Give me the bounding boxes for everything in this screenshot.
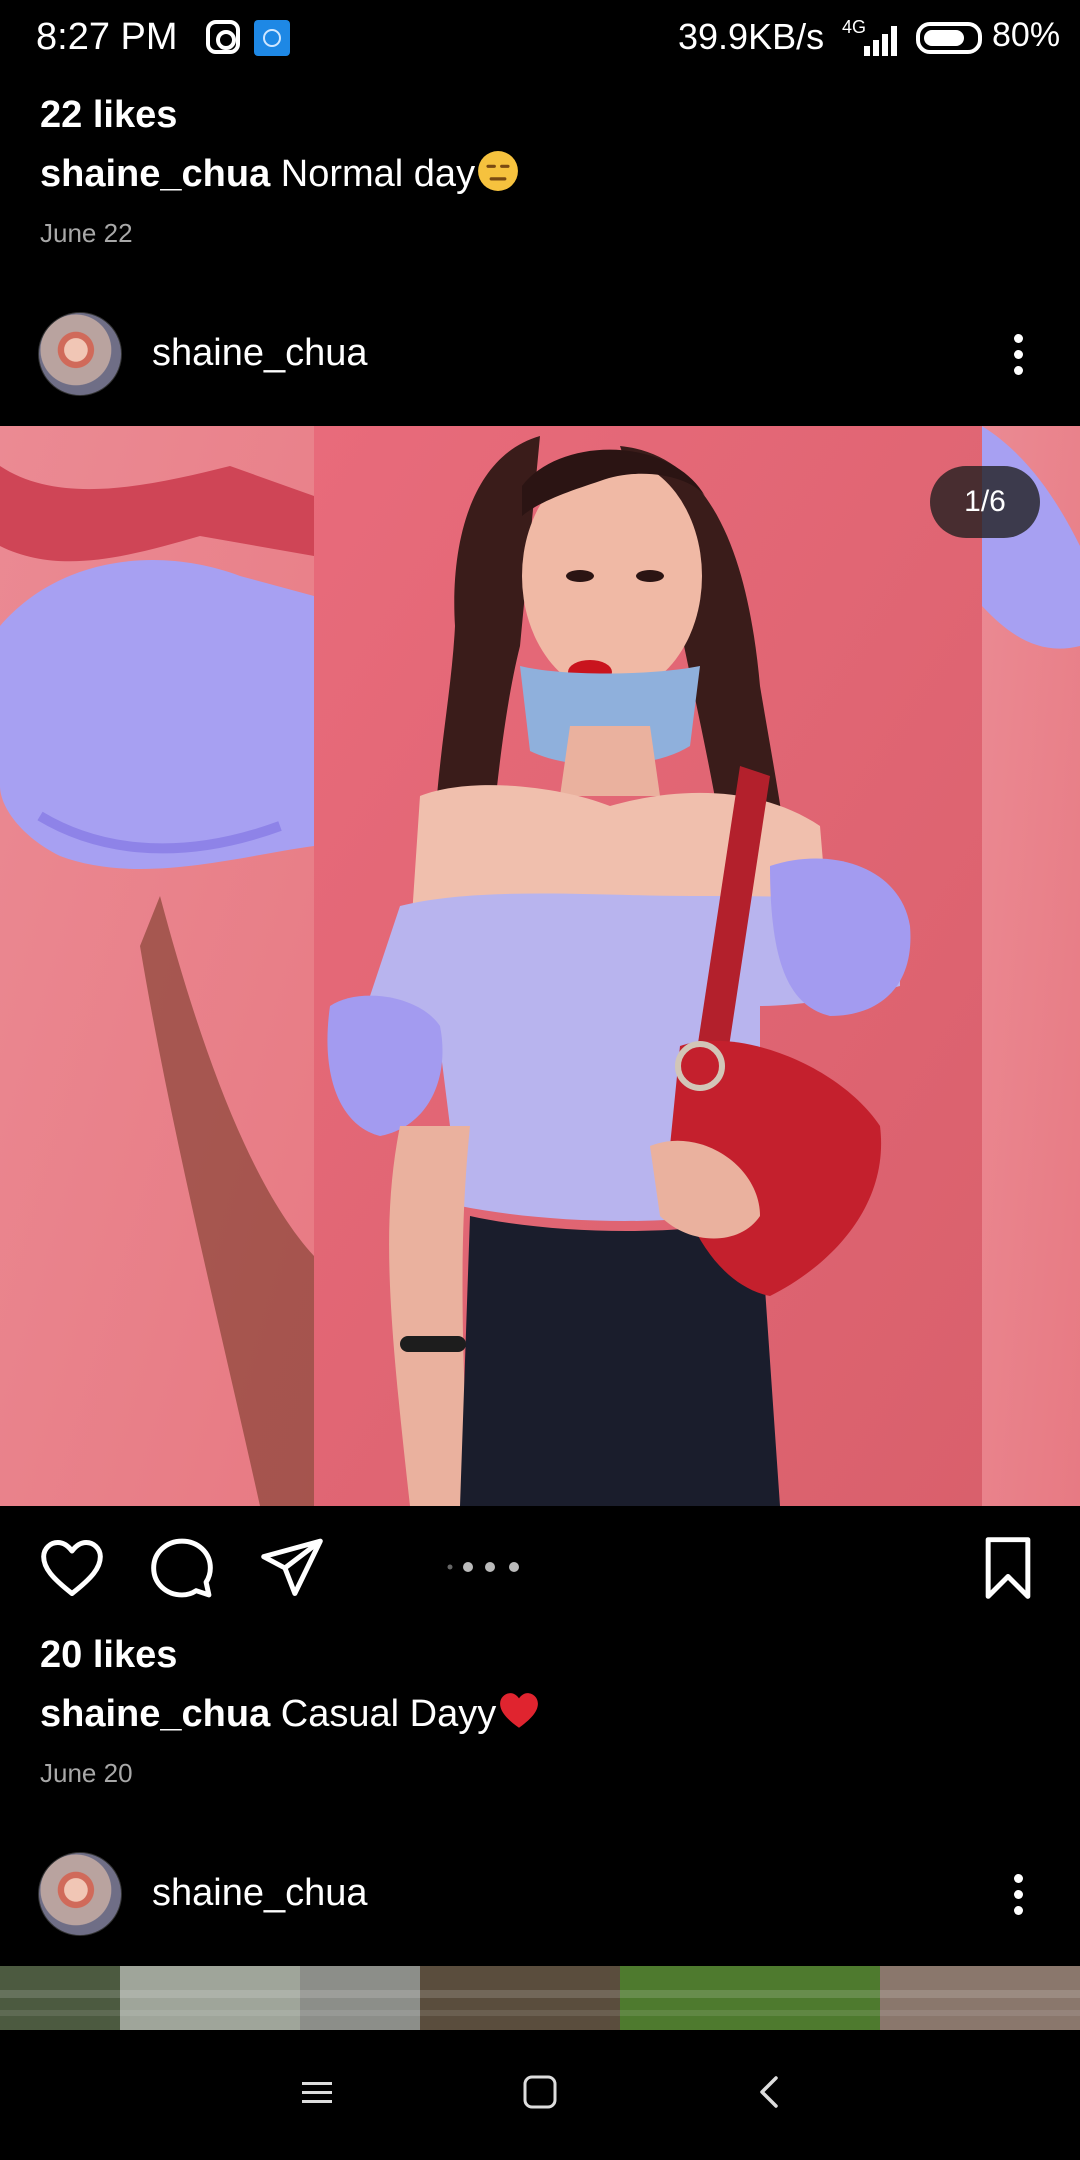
caption-text: Casual Dayy	[280, 1693, 497, 1735]
bookmark-icon[interactable]	[978, 1534, 1038, 1602]
more-options-icon[interactable]	[1014, 1874, 1026, 1922]
current-post-caption: shaine_chua Casual Dayy	[40, 1690, 540, 1736]
current-post-date: June 20	[40, 1758, 133, 1788]
post-username[interactable]: shaine_chua	[152, 332, 368, 375]
instagram-icon	[206, 20, 240, 54]
heart-icon[interactable]	[38, 1534, 106, 1602]
next-post-username[interactable]: shaine_chua	[152, 1872, 368, 1915]
caption-username[interactable]: shaine_chua	[40, 1693, 270, 1735]
avatar[interactable]	[38, 1852, 122, 1936]
network-speed: 39.9KB/s	[678, 16, 825, 57]
current-post-likes[interactable]: 20 likes	[40, 1634, 177, 1677]
previous-post-date: June 22	[40, 218, 133, 248]
image-counter: 1/6	[930, 466, 1040, 538]
battery-icon	[916, 22, 982, 54]
next-post-photo[interactable]	[0, 1966, 1080, 2030]
avatar[interactable]	[38, 312, 122, 396]
previous-post-likes[interactable]: 22 likes	[40, 94, 177, 137]
back-icon[interactable]	[754, 2074, 784, 2110]
network-type: 4G	[842, 17, 867, 37]
caption-text: Normal day	[280, 153, 476, 195]
previous-post-caption: shaine_chua Normal day	[40, 150, 519, 196]
status-time: 8:27 PM	[36, 16, 178, 58]
comment-icon[interactable]	[148, 1534, 216, 1602]
signal-icon	[864, 20, 904, 56]
carousel-indicator	[444, 1560, 524, 1572]
post-photo[interactable]	[0, 426, 1080, 1506]
battery-percent: 80%	[992, 16, 1061, 54]
app-notification-icon	[254, 20, 290, 56]
battery-level	[924, 30, 964, 46]
red-heart-emoji	[500, 1693, 539, 1728]
more-options-icon[interactable]	[1014, 334, 1026, 382]
expressionless-face-emoji	[478, 151, 519, 191]
system-nav-bar	[0, 2030, 1080, 2160]
share-icon[interactable]	[258, 1534, 326, 1602]
caption-username[interactable]: shaine_chua	[40, 153, 270, 195]
menu-icon[interactable]	[300, 2076, 334, 2110]
photo-illustration	[0, 426, 1080, 1506]
home-icon[interactable]	[522, 2074, 558, 2110]
next-post-header	[38, 1852, 122, 1936]
status-bar: 8:27 PM 39.9KB/s 4G 80%	[0, 0, 1080, 78]
post-header	[38, 312, 122, 396]
